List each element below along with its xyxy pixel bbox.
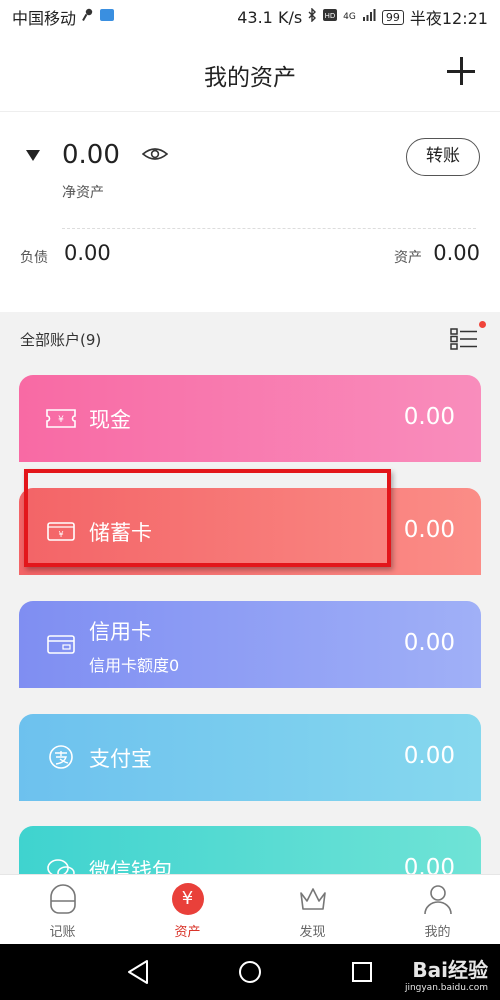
collapse-toggle-icon[interactable] [26,150,40,161]
account-name: 现金 [89,408,131,432]
page-title: 我的资产 [204,65,296,91]
status-bar: 中国移动 43.1 K/s HD 4G 99 半夜12:21 [0,0,500,34]
credit-card-icon [47,635,75,654]
account-card-credit[interactable]: 信用卡 信用卡额度0 0.00 [19,601,481,688]
status-right: 43.1 K/s HD 4G 99 半夜12:21 [237,5,488,29]
net-asset-value: 0.00 [62,140,120,170]
bottom-tab-bar: 记账 ¥ 资产 发现 我的 [0,874,500,944]
bluetooth-icon [308,7,317,26]
account-card-wechat[interactable]: 微信钱包 0.00 [19,826,481,883]
signal-icon [362,9,376,25]
tab-label: 记账 [49,925,76,940]
list-view-icon[interactable] [450,327,478,351]
tab-assets[interactable]: ¥ 资产 [125,875,250,944]
yen-icon: ¥ [171,883,204,915]
tab-me[interactable]: 我的 [375,875,500,944]
add-button[interactable] [444,54,478,88]
asset-summary: 0.00 净资产 转账 负债 0.00 资产 0.00 [0,112,500,312]
svg-text:HD: HD [325,12,336,20]
network-type: 4G [343,12,356,22]
svg-text:¥: ¥ [58,415,64,425]
battery-icon: 99 [381,9,404,25]
clock: 半夜12:21 [409,9,488,28]
back-icon[interactable] [125,958,153,986]
debt-value: 0.00 [64,241,111,265]
new-badge-dot [479,321,486,328]
key-icon [82,8,94,26]
home-icon[interactable] [236,958,264,986]
account-amount: 0.00 [403,743,455,769]
crown-icon [299,888,326,910]
tab-label: 我的 [424,925,451,940]
net-asset-label: 净资产 [62,185,104,201]
page-header: 我的资产 [0,34,500,112]
account-amount: 0.00 [403,630,455,656]
eye-icon[interactable] [142,146,168,162]
recents-icon[interactable] [348,958,376,986]
baidu-watermark: Bai经验 jingyan.baidu.com [404,958,488,993]
network-speed: 43.1 K/s [237,7,303,27]
cash-icon: ¥ [46,409,76,428]
account-amount: 0.00 [403,517,455,543]
profile-icon [423,885,452,915]
highlight-box [24,469,391,567]
tab-label: 发现 [299,925,326,940]
bookkeeping-icon [49,884,76,914]
divider [62,228,476,229]
asset-value: 0.00 [433,241,480,265]
notification-icon [100,9,115,25]
accounts-title: 全部账户(9) [20,331,102,349]
debt-label: 负债 [20,250,48,266]
account-name: 信用卡 [89,620,152,644]
accounts-header: 全部账户(9) [0,312,500,362]
tab-label: 资产 [174,925,201,940]
tab-bookkeeping[interactable]: 记账 [0,875,125,944]
account-card-alipay[interactable]: 支付宝 0.00 [19,714,481,801]
alipay-icon [49,745,73,769]
status-left: 中国移动 [12,5,115,29]
credit-limit-text: 信用卡额度0 [89,656,180,675]
tab-discover[interactable]: 发现 [250,875,375,944]
system-nav-bar: Bai经验 jingyan.baidu.com [0,944,500,1000]
account-name: 支付宝 [89,747,152,771]
account-amount: 0.00 [403,404,455,430]
transfer-button[interactable]: 转账 [406,138,480,176]
account-card-cash[interactable]: ¥ 现金 0.00 [19,375,481,462]
asset-label: 资产 [394,250,422,266]
carrier-text: 中国移动 [12,9,77,28]
hd-icon: HD [323,9,338,25]
